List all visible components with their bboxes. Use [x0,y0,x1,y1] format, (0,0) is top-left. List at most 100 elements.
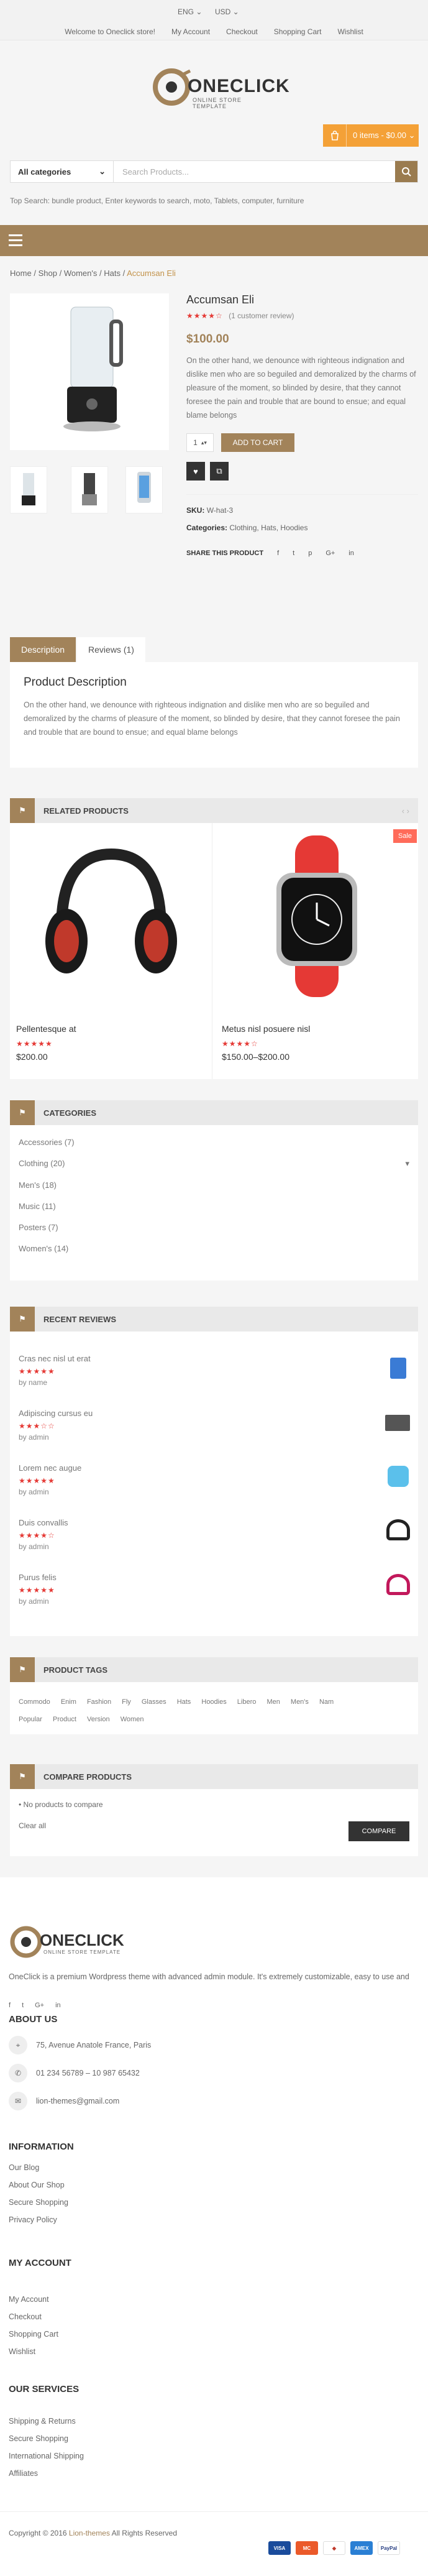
linkedin-icon[interactable]: in [55,2002,61,2009]
bookmark-icon: ⚑ [10,1307,35,1332]
review-item[interactable]: Adipiscing cursus eu ★★★☆☆ by admin [19,1409,93,1442]
product-main-image[interactable] [10,293,169,450]
review-item[interactable]: Purus felis ★★★★★ by admin [19,1573,57,1606]
product-rating: ★★★★☆ (1 customer review) [186,311,418,320]
shopping-cart-link[interactable]: Shopping Cart [274,27,322,36]
quantity-stepper[interactable]: 1 ▴▾ [186,433,214,452]
product-price: $100.00 [186,333,229,346]
my-account-link[interactable]: My Account [171,27,210,36]
tab-reviews[interactable]: Reviews (1) [77,637,145,662]
description-text: On the other hand, we denounce with righ… [24,701,400,737]
product-card[interactable]: Pellentesque at ★★★★★ $200.00 [10,823,212,1079]
categories-widget-header: ⚑ CATEGORIES [10,1100,418,1125]
tag-link[interactable]: Fly [122,1698,131,1706]
breadcrumb-home[interactable]: Home [10,269,32,278]
review-author: by admin [19,1542,49,1551]
category-item[interactable]: Women's (14) [19,1244,409,1253]
tag-link[interactable]: Commodo [19,1698,50,1706]
product-thumbnail[interactable] [10,466,47,513]
logo-text: ONECLICK [188,76,290,96]
linkedin-icon[interactable]: in [348,550,354,557]
review-item[interactable]: Lorem nec augue ★★★★★ by admin [19,1463,81,1496]
review-product-name[interactable]: Purus felis [19,1573,57,1582]
search-button[interactable] [395,161,417,182]
footer-logo[interactable]: ONECLICK ONLINE STORE TEMPLATE [9,1921,133,1964]
category-item[interactable]: Accessories (7) [19,1138,409,1147]
add-to-cart-button[interactable]: ADD TO CART [221,433,294,452]
category-item[interactable]: Posters (7) [19,1223,409,1232]
copyright-brand-link[interactable]: Lion-themes [69,2529,110,2537]
category-item[interactable]: Music (11) [19,1202,409,1211]
footer-link[interactable]: Shipping & Returns [9,2417,76,2426]
review-product-name[interactable]: Adipiscing cursus eu [19,1409,93,1418]
tag-link[interactable]: Product [53,1716,76,1723]
breadcrumb-womens[interactable]: Women's [64,269,98,278]
review-product-name[interactable]: Cras nec nisl ut erat [19,1354,91,1363]
footer-link[interactable]: Our Blog [9,2163,39,2172]
tag-link[interactable]: Hoodies [201,1698,226,1706]
footer-link[interactable]: Secure Shopping [9,2434,68,2443]
tag-link[interactable]: Hats [177,1698,191,1706]
footer-link[interactable]: Shopping Cart [9,2330,58,2339]
compare-button[interactable]: COMPARE [348,1821,409,1841]
google-plus-icon[interactable]: G+ [35,2002,44,2009]
review-count-link[interactable]: (1 customer review) [229,311,294,320]
tag-link[interactable]: Men's [291,1698,309,1706]
carousel-arrows-icon[interactable]: ‹ › [402,806,409,816]
tag-link[interactable]: Fashion [87,1698,111,1706]
product-card[interactable]: Sale Metus nisl posuere nisl ★★★★☆ $150.… [216,823,418,1079]
expand-icon[interactable]: ▾ [405,1159,409,1169]
tag-link[interactable]: Women [121,1716,144,1723]
site-logo[interactable]: ONECLICK ONLINE STORE TEMPLATE [152,62,289,112]
twitter-icon[interactable]: t [22,2002,24,2009]
review-thumbnail [386,1574,410,1595]
footer-link[interactable]: Wishlist [9,2347,35,2356]
product-thumbnail[interactable] [71,466,108,513]
breadcrumb-shop[interactable]: Shop [39,269,57,278]
currency-select[interactable]: USD ⌄ [215,7,239,16]
footer-link[interactable]: My Account [9,2295,49,2304]
wishlist-heart-icon[interactable]: ♥ [186,462,205,481]
checkout-link[interactable]: Checkout [226,27,258,36]
clear-all-link[interactable]: Clear all [19,1821,46,1830]
tag-link[interactable]: Version [87,1716,110,1723]
footer-link[interactable]: Affiliates [9,2469,38,2478]
review-item[interactable]: Duis convallis ★★★★☆ by admin [19,1518,68,1551]
tag-link[interactable]: Popular [19,1716,42,1723]
wishlist-link[interactable]: Wishlist [337,27,363,36]
compare-icon[interactable]: ⧉ [210,462,229,481]
tag-link[interactable]: Nam [319,1698,334,1706]
pinterest-icon[interactable]: p [308,550,312,557]
language-select[interactable]: ENG ⌄ [178,7,202,16]
menu-icon[interactable] [9,234,22,249]
google-plus-icon[interactable]: G+ [326,550,335,557]
email-link[interactable]: lion-themes@gmail.com [36,2097,119,2105]
footer-link[interactable]: Secure Shopping [9,2198,68,2207]
search-input[interactable]: Search Products... [114,161,395,182]
breadcrumb-hats[interactable]: Hats [104,269,121,278]
facebook-icon[interactable]: f [277,550,279,557]
product-name[interactable]: Metus nisl posuere nisl [222,1024,310,1034]
tag-link[interactable]: Libero [237,1698,257,1706]
cart-button[interactable]: 0 items - $0.00 ⌄ [323,124,419,147]
product-thumbnail[interactable] [125,466,163,513]
product-name[interactable]: Pellentesque at [16,1024,76,1034]
tag-link[interactable]: Enim [61,1698,76,1706]
category-item[interactable]: Clothing (20) ▾ [19,1159,409,1169]
footer-link[interactable]: International Shipping [9,2452,84,2460]
category-item[interactable]: Men's (18) [19,1180,409,1190]
review-item[interactable]: Cras nec nisl ut erat ★★★★★ by name [19,1354,91,1387]
review-product-name[interactable]: Lorem nec augue [19,1463,81,1473]
footer-link[interactable]: About Our Shop [9,2181,65,2189]
facebook-icon[interactable]: f [9,2002,11,2009]
stepper-arrows-icon[interactable]: ▴▾ [201,439,207,446]
tag-link[interactable]: Glasses [142,1698,166,1706]
footer-link[interactable]: Privacy Policy [9,2215,57,2224]
tab-description[interactable]: Description [10,637,76,662]
categories-links[interactable]: Clothing, Hats, Hoodies [229,523,307,532]
review-product-name[interactable]: Duis convallis [19,1518,68,1527]
footer-link[interactable]: Checkout [9,2312,42,2321]
twitter-icon[interactable]: t [293,550,294,557]
tag-link[interactable]: Men [266,1698,280,1706]
category-select[interactable]: All categories ⌄ [11,161,114,182]
